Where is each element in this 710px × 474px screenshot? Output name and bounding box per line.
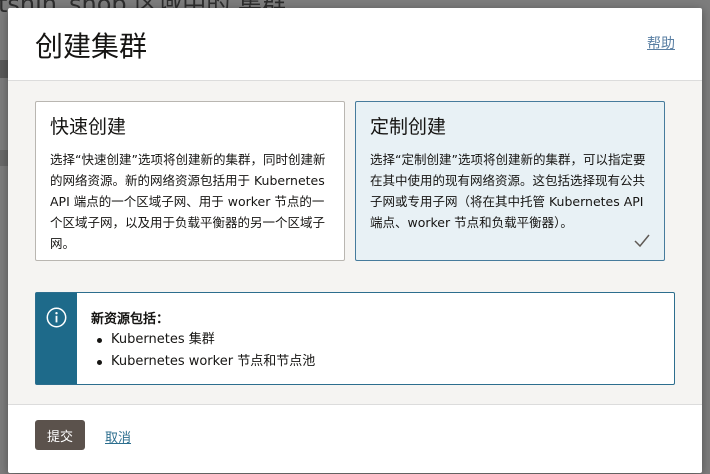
list-item: Kubernetes 集群 [91,329,315,351]
info-icon [46,307,67,328]
background-strip [0,60,8,78]
info-sidebar [36,293,77,384]
dialog-title: 创建集群 [35,30,148,63]
option-description: 选择“定制创建”选项将创建新的集群，可以指定要在其中使用的现有网络资源。这包括选… [370,152,646,230]
custom-create-option[interactable]: 定制创建 选择“定制创建”选项将创建新的集群，可以指定要在其中使用的现有网络资源… [355,101,665,261]
option-title: 定制创建 [370,116,447,138]
submit-button[interactable]: 提交 [35,420,85,450]
list-item-text: Kubernetes worker 节点和节点池 [111,354,316,369]
cancel-link[interactable]: 取消 [105,427,131,446]
bullet-icon [97,338,102,343]
list-item-text: Kubernetes 集群 [111,332,215,347]
bullet-icon [97,360,102,365]
info-message: 新资源包括： Kubernetes 集群 Kubernetes worker 节… [35,292,675,385]
create-cluster-dialog: 创建集群 帮助 快速创建 选择“快速创建”选项将创建新的集群，同时创建新的网络资… [8,8,702,473]
option-description: 选择“快速创建”选项将创建新的集群，同时创建新的网络资源。新的网络资源包括用于 … [50,152,326,251]
dialog-header: 创建集群 帮助 [8,8,702,81]
dialog-footer: 提交 取消 [8,404,702,474]
info-list: Kubernetes 集群 Kubernetes worker 节点和节点池 [91,329,315,373]
quick-create-option[interactable]: 快速创建 选择“快速创建”选项将创建新的集群，同时创建新的网络资源。新的网络资源… [35,101,345,261]
list-item: Kubernetes worker 节点和节点池 [91,351,315,373]
option-title: 快速创建 [50,116,127,138]
info-title: 新资源包括： [91,312,170,327]
checkmark-icon [634,234,650,248]
dialog-body: 快速创建 选择“快速创建”选项将创建新的集群，同时创建新的网络资源。新的网络资源… [8,81,702,404]
background-strip [0,150,8,166]
help-link[interactable]: 帮助 [647,33,675,53]
